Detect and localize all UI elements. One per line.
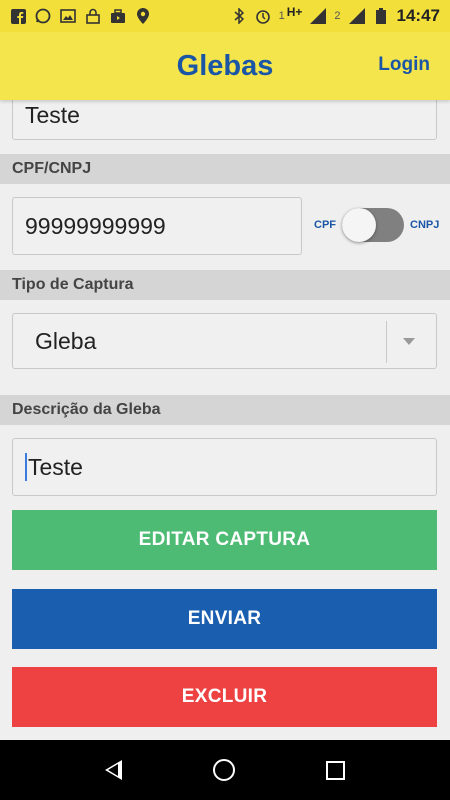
cpf-cnpj-toggle-group: CPF CNPJ [314,208,439,242]
navigation-bar [0,740,450,800]
status-time: 14:47 [396,6,440,25]
name-field[interactable]: Teste [12,100,437,140]
switch-knob[interactable] [342,208,376,242]
chevron-down-icon[interactable] [403,338,415,345]
battery-icon [373,8,389,24]
cpf-cnpj-value: 99999999999 [25,212,166,239]
toggle-cpf-label: CPF [314,219,336,231]
network-type: H+ [286,5,303,19]
briefcase-icon [110,8,126,24]
sim2-label: 2 [334,10,341,22]
status-system: 1 H+ 2 14:47 [231,5,440,26]
facebook-icon [10,8,26,24]
cpf-cnpj-label-text: CPF/CNPJ [12,160,92,177]
descricao-label-text: Descrição da Gleba [12,401,161,418]
descricao-label: Descrição da Gleba [0,395,450,425]
lock-icon [85,8,101,24]
home-icon[interactable] [212,759,235,781]
status-notifications [10,8,151,24]
app-bar: Glebas Login [0,32,450,100]
image-icon [60,8,76,24]
signal-2-icon [348,8,365,24]
whatsapp-icon [35,8,51,24]
alarm-icon [255,8,271,24]
cpf-cnpj-label: CPF/CNPJ [0,154,450,184]
cpf-cnpj-switch[interactable] [342,208,404,242]
signal-icon [310,8,327,24]
page-title: Glebas [176,49,274,82]
bluetooth-icon [231,8,247,24]
login-button[interactable]: Login [378,54,430,76]
recents-icon[interactable] [325,760,345,780]
excluir-button[interactable]: EXCLUIR [12,667,437,727]
tipo-captura-select[interactable]: Gleba [12,313,437,369]
name-field-value: Teste [25,101,80,128]
back-icon[interactable] [105,760,123,780]
tipo-captura-label-text: Tipo de Captura [12,276,134,293]
location-icon [135,8,151,24]
toggle-cnpj-label: CNPJ [410,219,440,231]
tipo-captura-label: Tipo de Captura [0,270,450,300]
descricao-input[interactable]: Teste [12,438,437,496]
cpf-cnpj-input[interactable]: 99999999999 [12,197,302,255]
text-cursor [25,453,27,481]
sim1-label: 1 [278,10,285,22]
editar-captura-button[interactable]: EDITAR CAPTURA [12,510,437,570]
form-content[interactable]: Teste CPF/CNPJ 99999999999 CPF CNPJ Tipo… [0,100,450,740]
select-divider [386,321,387,363]
enviar-button[interactable]: ENVIAR [12,589,437,649]
status-bar: 1 H+ 2 14:47 [0,0,450,32]
tipo-captura-selected: Gleba [35,327,97,354]
descricao-value: Teste [28,453,83,480]
